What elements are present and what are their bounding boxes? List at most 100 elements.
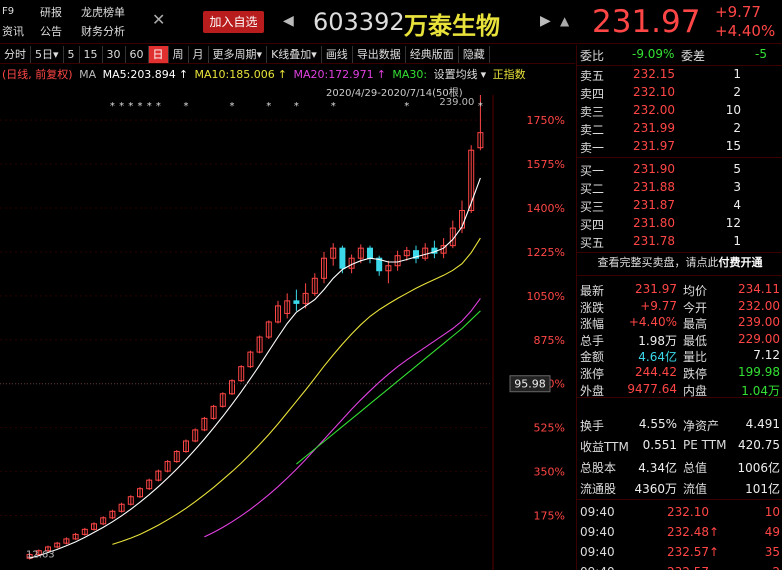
f9-label[interactable]: F9 xyxy=(2,6,14,17)
hide-button[interactable]: 隐藏 xyxy=(459,45,490,63)
stat-label: 跌停 xyxy=(683,367,708,381)
ask-level-label: 卖二 xyxy=(580,123,605,137)
period-5day[interactable]: 5日▾ xyxy=(31,45,64,63)
wei-bi-row: 委比 -9.09% 委差 -5 xyxy=(577,47,782,64)
up-arrow-icon: ↑ xyxy=(277,68,287,81)
period-day[interactable]: 日 xyxy=(148,45,169,63)
stat-label: 最新 xyxy=(580,284,605,298)
event-marker: * xyxy=(404,101,409,112)
next-stock-icon[interactable]: ▶ xyxy=(540,13,551,29)
event-marker: * xyxy=(128,101,133,112)
price-change: +9.77 xyxy=(715,3,761,21)
menu-research[interactable]: 研报 xyxy=(40,4,62,20)
bid-row: 买三 231.87 4 xyxy=(577,198,782,215)
ma5-value: MA5:203.894 xyxy=(102,68,176,81)
ask-row: 卖五 232.15 1 xyxy=(577,67,782,84)
stat-value: 199.98 xyxy=(738,365,780,379)
ma10-value: MA10:185.006 xyxy=(194,68,275,81)
menu-dragon-tiger[interactable]: 龙虎榜单 xyxy=(81,4,125,20)
dropdown-arrow-icon: ▾ xyxy=(480,68,487,81)
stat-label: 外盘 xyxy=(580,383,605,398)
ma-settings-button[interactable]: 设置均线 xyxy=(434,68,478,81)
bid-volume: 4 xyxy=(733,198,741,212)
tick-volume: 35 xyxy=(764,545,780,559)
full-orderbook-link[interactable]: 查看完整买卖盘，请点此付费开通 xyxy=(577,253,782,273)
candle-body xyxy=(367,247,373,259)
stat-row: 金额 4.64亿 量比 7.12 xyxy=(577,348,782,365)
export-data[interactable]: 导出数据 xyxy=(353,45,406,63)
period-intraday[interactable]: 分时 xyxy=(0,45,31,63)
ask-volume: 10 xyxy=(725,103,741,117)
event-marker: * xyxy=(184,101,189,112)
classic-layout[interactable]: 经典版面 xyxy=(406,45,459,63)
paid-upgrade-link[interactable]: 付费开通 xyxy=(719,256,763,269)
period-60min[interactable]: 60 xyxy=(126,45,149,63)
kline-chart[interactable]: 1750%1575%1400%1225%1050%875%700%525%350… xyxy=(0,95,575,570)
stat-value: +4.40% xyxy=(628,315,677,330)
chart-type-label[interactable]: (日线, 前复权) xyxy=(2,68,73,81)
dropdown-arrow-icon: ▾ xyxy=(256,47,263,61)
stat-value: 4.64亿 xyxy=(638,350,677,365)
period-month[interactable]: 月 xyxy=(189,45,209,63)
ma30-line xyxy=(296,310,481,465)
stat-value: 1.98万 xyxy=(638,333,677,348)
prev-stock-icon[interactable]: ◀ xyxy=(283,13,294,29)
menu-news[interactable]: 资讯 xyxy=(2,23,24,39)
draw-line[interactable]: 画线 xyxy=(322,45,353,63)
ask-price: 232.00 xyxy=(633,103,675,117)
stat-value: 234.11 xyxy=(738,282,780,296)
fund-value: 1006亿 xyxy=(737,461,780,475)
alert-bell-icon[interactable]: ▲ xyxy=(560,14,569,28)
close-icon[interactable]: ✕ xyxy=(152,10,165,29)
stat-value: 239.00 xyxy=(738,315,780,330)
fund-label: 总股本 xyxy=(580,461,617,475)
bid-price: 231.87 xyxy=(633,198,675,212)
bid-volume: 5 xyxy=(733,162,741,176)
tick-row: 09:40 232.57 2 xyxy=(577,565,782,570)
positive-index[interactable]: 正指数 xyxy=(493,68,526,81)
tick-row: 09:40 232.48↑ 49 xyxy=(577,525,782,542)
ma-legend: (日线, 前复权) MA MA5:203.894 ↑ MA10:185.006 ↑ … xyxy=(2,66,577,82)
period-15min[interactable]: 15 xyxy=(80,45,103,63)
ask-price: 232.15 xyxy=(633,67,675,81)
period-30min[interactable]: 30 xyxy=(103,45,126,63)
stat-row: 最新 231.97 均价 234.11 xyxy=(577,282,782,299)
event-marker: * xyxy=(266,101,271,112)
tick-volume: 2 xyxy=(772,565,780,570)
add-watchlist-button[interactable]: 加入自选 xyxy=(203,11,264,33)
dropdown-arrow-icon: ▾ xyxy=(53,47,59,61)
ma-label: MA xyxy=(79,68,97,81)
event-marker: * xyxy=(331,101,336,112)
y-axis-tick: 350% xyxy=(534,466,565,479)
stat-row: 外盘 9477.64 内盘 1.04万 xyxy=(577,382,782,399)
bid-level-label: 买四 xyxy=(580,218,605,232)
ask-level-label: 卖三 xyxy=(580,105,605,119)
menu-financial[interactable]: 财务分析 xyxy=(81,23,125,39)
kline-overlay[interactable]: K线叠加▾ xyxy=(267,45,322,63)
stat-label: 涨停 xyxy=(580,367,605,381)
period-week[interactable]: 周 xyxy=(169,45,189,63)
event-marker: * xyxy=(138,101,143,112)
kline-chart-svg[interactable]: 1750%1575%1400%1225%1050%875%700%525%350… xyxy=(0,95,575,570)
stat-label: 最低 xyxy=(683,333,708,348)
candle-body xyxy=(293,300,300,304)
y-axis-tick: 875% xyxy=(534,334,565,347)
fund-label: PE TTM xyxy=(683,438,727,452)
current-price: 231.97 xyxy=(592,4,701,40)
max-price-label: 239.00 xyxy=(439,97,474,108)
ma5-line xyxy=(29,177,481,559)
stat-value: 244.42 xyxy=(635,365,677,379)
more-periods[interactable]: 更多周期▾ xyxy=(209,45,268,63)
bid-volume: 1 xyxy=(733,234,741,248)
kline-overlay-label: K线叠加 xyxy=(271,47,312,61)
bid-price: 231.80 xyxy=(633,216,675,230)
menu-announcement[interactable]: 公告 xyxy=(40,23,62,39)
stat-label: 内盘 xyxy=(683,383,708,398)
period-5min[interactable]: 5 xyxy=(64,45,80,63)
bid-row: 买一 231.90 5 xyxy=(577,162,782,179)
fundamental-row: 流通股 4360万 流值 101亿 xyxy=(577,480,782,497)
tick-volume: 49 xyxy=(764,525,780,539)
fund-label: 净资产 xyxy=(683,419,720,433)
dropdown-arrow-icon: ▾ xyxy=(311,47,317,61)
ask-price: 232.10 xyxy=(633,85,675,99)
